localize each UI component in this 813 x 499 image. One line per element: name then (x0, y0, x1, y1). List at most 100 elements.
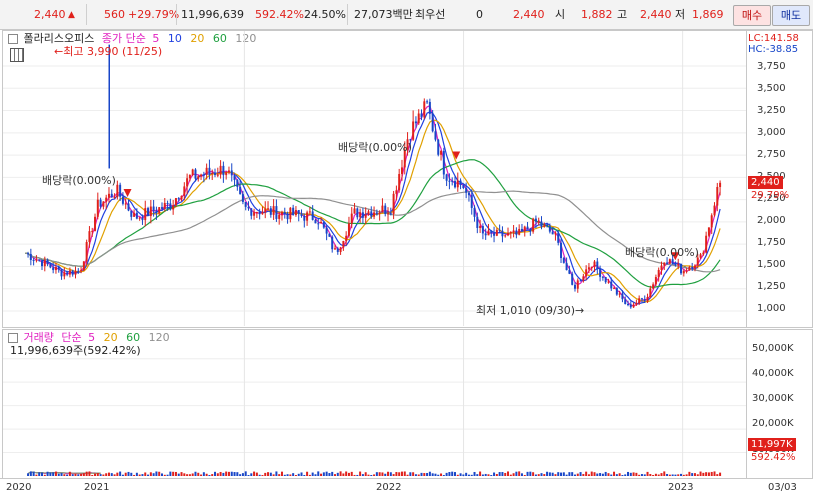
volume-bar (534, 474, 537, 476)
candle-body (398, 173, 401, 191)
candle-body (166, 202, 169, 204)
candle-body (685, 270, 688, 272)
volume-bar (546, 471, 549, 476)
volume-bar (412, 472, 415, 476)
volume-bar (77, 474, 80, 476)
candle-body (719, 182, 722, 187)
candle-body (604, 277, 607, 283)
right-arrow-icon: → (575, 304, 585, 317)
candle-body (582, 276, 585, 281)
ma-line (25, 104, 721, 307)
candle-body (537, 221, 540, 223)
candle-body (41, 260, 44, 267)
candle-body (554, 232, 557, 235)
volume-bar (292, 473, 295, 476)
volume-bar (414, 474, 417, 476)
y-tick: 2,000 (757, 215, 786, 226)
volume-bar (211, 474, 214, 476)
volume-bar (135, 472, 138, 476)
candle-body (557, 232, 560, 243)
candle-body (462, 185, 465, 188)
volume-bar (241, 473, 244, 476)
y-tick: 2,750 (757, 149, 786, 160)
volume-bar (579, 472, 582, 476)
volume-bar (649, 474, 652, 476)
candle-body (239, 186, 242, 195)
volume-bar (562, 472, 565, 476)
volume-bar (272, 474, 275, 476)
volume-bar (387, 471, 390, 476)
volume-bar (141, 474, 144, 476)
sell-button[interactable]: 매도 (772, 5, 810, 26)
candle-body (149, 206, 152, 217)
volume-bar (202, 472, 205, 476)
candle-body (155, 210, 158, 214)
candle-body (646, 297, 649, 302)
volume-bar (406, 474, 409, 476)
volume-bar (280, 471, 283, 476)
candle-body (465, 187, 468, 193)
volume-bar (214, 471, 217, 476)
candle-body (82, 261, 85, 271)
volume-bar (370, 475, 373, 476)
price-change: 560 (104, 8, 125, 21)
volume-bar (378, 472, 381, 476)
volume-bar (334, 474, 337, 476)
volume-bar (504, 472, 507, 476)
volume-bar (507, 471, 510, 476)
y-tick: 1,000 (757, 303, 786, 314)
candle-body (205, 167, 208, 175)
volume-bar (113, 474, 116, 476)
volume-bar (537, 474, 540, 476)
volume-bar (54, 471, 57, 476)
candle-body (255, 211, 258, 213)
candle-body (158, 207, 161, 214)
candle-body (250, 208, 253, 216)
volume-bar (660, 473, 663, 476)
volume-bar (621, 475, 624, 476)
volume-bar (116, 472, 119, 476)
volume-bar (431, 473, 434, 476)
volume-bar (289, 474, 292, 476)
volume-bar (269, 472, 272, 476)
volume-bar (38, 472, 41, 476)
candle-body (225, 172, 228, 176)
candle-body (548, 226, 551, 232)
candle-body (693, 265, 696, 269)
volume-bar (308, 474, 311, 476)
volume-bar (353, 474, 356, 476)
candle-body (378, 212, 381, 214)
candle-body (635, 302, 638, 305)
volume-bar (587, 474, 590, 476)
volume-bar (467, 474, 470, 476)
volume-bar (520, 473, 523, 476)
candle-body (640, 298, 643, 300)
candle-body (373, 212, 376, 217)
candle-body (141, 217, 144, 221)
volume-bar (671, 474, 674, 476)
volume-bar (197, 472, 200, 476)
volume-bar (476, 474, 479, 476)
candle-body (186, 178, 189, 187)
y-tick: 1,250 (757, 281, 786, 292)
candle-body (80, 270, 83, 272)
ma-line (25, 159, 721, 288)
candle-body (49, 264, 52, 268)
volume-bar (180, 472, 183, 476)
candle-body (660, 265, 663, 270)
volume-bar (596, 473, 599, 476)
moving-average-lines (25, 104, 721, 307)
candle-body (272, 206, 275, 215)
volume-bar (359, 471, 362, 476)
volume-bar (138, 474, 141, 476)
volume-bar (163, 474, 166, 476)
buy-button[interactable]: 매수 (733, 5, 771, 26)
candle-body (27, 253, 30, 255)
volume-bar (607, 473, 610, 476)
vol-y-tick: 30,000K (752, 393, 794, 404)
candle-body (627, 304, 630, 306)
volume-bar (551, 472, 554, 476)
best-price: 2,440 (513, 8, 545, 21)
volume-bar (183, 473, 186, 476)
volume-bar (345, 471, 348, 476)
